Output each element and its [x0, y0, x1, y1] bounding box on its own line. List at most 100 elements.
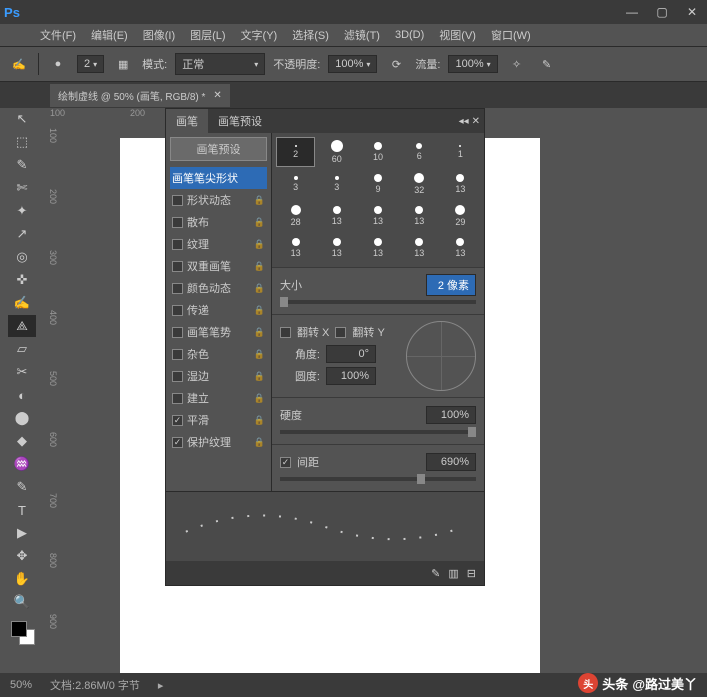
- menu-9[interactable]: 窗口(W): [485, 25, 537, 45]
- window-maximize[interactable]: ▢: [647, 2, 677, 22]
- brush-option-12[interactable]: ✓保护纹理🔒: [170, 431, 267, 453]
- brush-option-10[interactable]: 建立🔒: [170, 387, 267, 409]
- tool-21[interactable]: 🔍: [8, 591, 36, 613]
- lock-icon[interactable]: 🔒: [254, 283, 265, 294]
- brush-thumb[interactable]: 10: [358, 137, 397, 167]
- brush-thumb[interactable]: 13: [276, 233, 315, 263]
- pressure-opacity-icon[interactable]: ⟳: [385, 53, 407, 75]
- panel-close-icon[interactable]: ✕: [472, 116, 480, 127]
- lock-icon[interactable]: 🔒: [254, 327, 265, 338]
- brush-option-7[interactable]: 画笔笔势🔒: [170, 321, 267, 343]
- tool-11[interactable]: ✂: [8, 361, 36, 383]
- panel-collapse-icon[interactable]: ◂◂: [459, 116, 469, 127]
- flipx-checkbox[interactable]: [280, 327, 291, 338]
- option-checkbox[interactable]: ✓: [172, 415, 183, 426]
- brush-thumb[interactable]: 13: [358, 201, 397, 231]
- flipy-checkbox[interactable]: [335, 327, 346, 338]
- current-tool-icon[interactable]: ✍: [8, 53, 30, 75]
- angle-value[interactable]: 0°: [326, 345, 376, 363]
- tool-3[interactable]: ✄: [8, 177, 36, 199]
- tool-4[interactable]: ✦: [8, 200, 36, 222]
- tool-15[interactable]: ♒: [8, 453, 36, 475]
- option-checkbox[interactable]: [172, 261, 183, 272]
- tool-5[interactable]: ↗: [8, 223, 36, 245]
- brush-option-11[interactable]: ✓平滑🔒: [170, 409, 267, 431]
- spacing-slider[interactable]: [280, 477, 476, 481]
- lock-icon[interactable]: 🔒: [254, 437, 265, 448]
- brush-thumb[interactable]: 9: [358, 169, 397, 199]
- pressure-size-icon[interactable]: ✎: [536, 53, 558, 75]
- airbrush-icon[interactable]: ✧: [506, 53, 528, 75]
- brush-option-5[interactable]: 颜色动态🔒: [170, 277, 267, 299]
- brush-thumb[interactable]: 6: [400, 137, 439, 167]
- size-slider[interactable]: [280, 300, 476, 304]
- opacity-field[interactable]: 100%▾: [328, 55, 377, 73]
- footer-icon-1[interactable]: ✎: [431, 567, 440, 580]
- brush-thumb[interactable]: 13: [400, 233, 439, 263]
- option-checkbox[interactable]: [172, 393, 183, 404]
- flow-field[interactable]: 100%▾: [448, 55, 497, 73]
- brush-thumb[interactable]: 13: [441, 169, 480, 199]
- brush-option-6[interactable]: 传递🔒: [170, 299, 267, 321]
- brush-thumb[interactable]: 3: [276, 169, 315, 199]
- brush-thumb[interactable]: 13: [317, 233, 356, 263]
- menu-2[interactable]: 图像(I): [137, 25, 181, 45]
- tool-14[interactable]: ◆: [8, 430, 36, 452]
- brush-option-9[interactable]: 湿边🔒: [170, 365, 267, 387]
- menu-7[interactable]: 3D(D): [389, 27, 430, 43]
- mode-dropdown[interactable]: 正常▾: [175, 53, 265, 75]
- brush-option-4[interactable]: 双重画笔🔒: [170, 255, 267, 277]
- menu-3[interactable]: 图层(L): [184, 25, 231, 45]
- brush-thumb[interactable]: 13: [400, 201, 439, 231]
- brush-thumb[interactable]: 2: [276, 137, 315, 167]
- status-arrow-icon[interactable]: ▸: [158, 679, 164, 692]
- tool-0[interactable]: ↖: [8, 108, 36, 130]
- tool-7[interactable]: ✜: [8, 269, 36, 291]
- size-value[interactable]: 2 像素: [426, 274, 476, 296]
- brush-thumb[interactable]: 13: [441, 233, 480, 263]
- tool-17[interactable]: T: [8, 499, 36, 521]
- brush-thumb[interactable]: 13: [317, 201, 356, 231]
- lock-icon[interactable]: 🔒: [254, 195, 265, 206]
- brush-thumb[interactable]: 13: [358, 233, 397, 263]
- lock-icon[interactable]: 🔒: [254, 349, 265, 360]
- tool-20[interactable]: ✋: [8, 568, 36, 590]
- brush-presets-button[interactable]: 画笔预设: [170, 137, 267, 161]
- lock-icon[interactable]: 🔒: [254, 371, 265, 382]
- hardness-value[interactable]: 100%: [426, 406, 476, 424]
- window-minimize[interactable]: —: [617, 2, 647, 22]
- tool-8[interactable]: ✍: [8, 292, 36, 314]
- tool-13[interactable]: ⬤: [8, 407, 36, 429]
- window-close[interactable]: ✕: [677, 2, 707, 22]
- tab-brush[interactable]: 画笔: [166, 109, 208, 133]
- close-tab-icon[interactable]: ✕: [213, 90, 221, 101]
- zoom-level[interactable]: 50%: [10, 679, 32, 691]
- tool-9[interactable]: ⟁: [8, 315, 36, 337]
- brush-thumb[interactable]: 1: [441, 137, 480, 167]
- lock-icon[interactable]: 🔒: [254, 239, 265, 250]
- tool-2[interactable]: ✎: [8, 154, 36, 176]
- option-checkbox[interactable]: [172, 217, 183, 228]
- tab-brush-presets[interactable]: 画笔预设: [208, 109, 272, 133]
- footer-icon-3[interactable]: ⊟: [467, 567, 476, 580]
- option-checkbox[interactable]: [172, 371, 183, 382]
- option-checkbox[interactable]: ✓: [172, 437, 183, 448]
- brush-thumb[interactable]: 28: [276, 201, 315, 231]
- brush-size-field[interactable]: 2▾: [77, 55, 104, 73]
- option-checkbox[interactable]: [172, 239, 183, 250]
- option-checkbox[interactable]: [172, 305, 183, 316]
- footer-icon-2[interactable]: ▥: [448, 567, 458, 580]
- brush-option-8[interactable]: 杂色🔒: [170, 343, 267, 365]
- document-tab[interactable]: 绘制虚线 @ 50% (画笔, RGB/8) * ✕: [50, 84, 230, 107]
- tool-19[interactable]: ✥: [8, 545, 36, 567]
- lock-icon[interactable]: 🔒: [254, 415, 265, 426]
- lock-icon[interactable]: 🔒: [254, 217, 265, 228]
- tool-10[interactable]: ▱: [8, 338, 36, 360]
- hardness-slider[interactable]: [280, 430, 476, 434]
- menu-0[interactable]: 文件(F): [34, 25, 82, 45]
- spacing-checkbox[interactable]: ✓: [280, 457, 291, 468]
- brush-option-0[interactable]: 画笔笔尖形状: [170, 167, 267, 189]
- roundness-value[interactable]: 100%: [326, 367, 376, 385]
- lock-icon[interactable]: 🔒: [254, 305, 265, 316]
- brush-option-1[interactable]: 形状动态🔒: [170, 189, 267, 211]
